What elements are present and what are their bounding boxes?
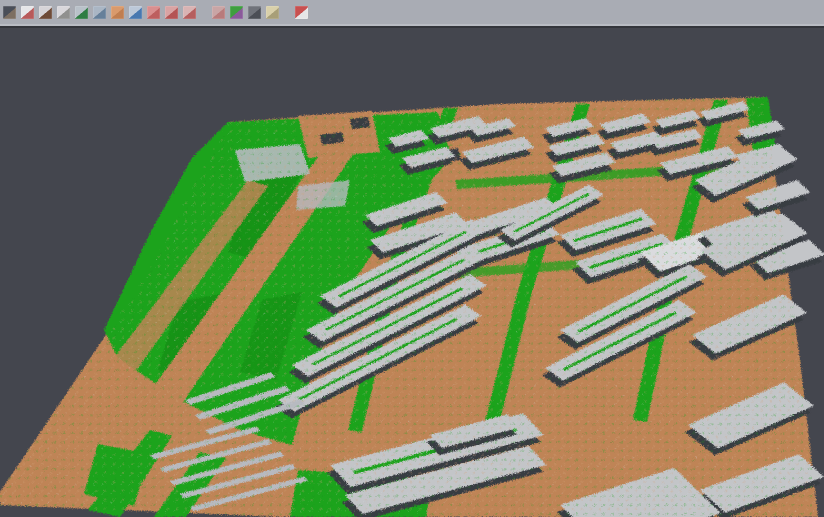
selection-grid-icon[interactable] [212,6,225,19]
points-small-icon[interactable] [57,6,70,19]
classification-colors-icon[interactable] [230,6,243,19]
globe-icon[interactable] [129,6,142,19]
3d-viewport[interactable] [0,28,824,517]
scene-svg[interactable] [0,28,824,517]
ground-square-icon[interactable] [111,6,124,19]
red-ring-icon[interactable] [165,6,178,19]
flag-red-icon[interactable] [295,6,308,19]
vegetation-hill-icon[interactable] [75,6,88,19]
terrain-mound-icon[interactable] [39,6,52,19]
points-dark-icon[interactable] [3,6,16,19]
point-cloud-speckle [0,28,824,517]
building-column-icon[interactable] [93,6,106,19]
selection-corners-icon[interactable] [183,6,196,19]
measure-tan-icon[interactable] [266,6,279,19]
markers-icon[interactable] [21,6,34,19]
red-layers-icon[interactable] [147,6,160,19]
toolbar [0,0,824,24]
toolbar-separator [201,12,207,13]
application-window [0,0,824,517]
toolbar-separator [284,12,290,13]
camera-dark-icon[interactable] [248,6,261,19]
